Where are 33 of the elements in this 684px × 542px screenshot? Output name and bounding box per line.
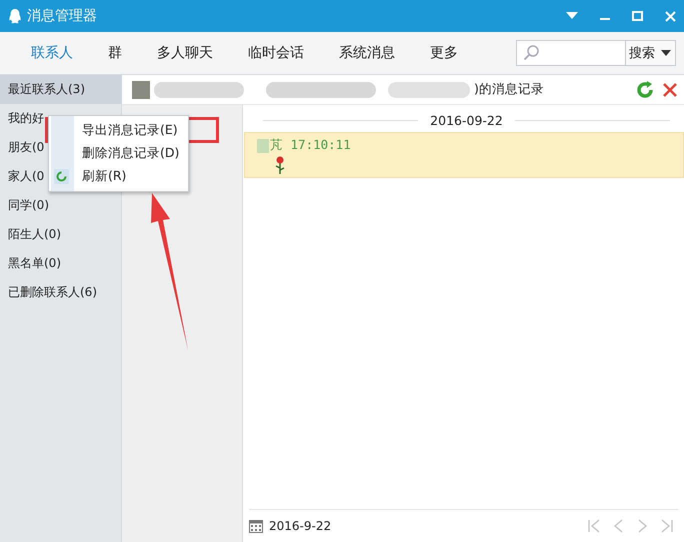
nav-tab[interactable]: 联系人 <box>18 40 86 66</box>
calendar-icon[interactable] <box>249 519 263 533</box>
message-header: 芃 17:10:11 <box>270 137 351 154</box>
close-icon[interactable] <box>662 82 678 98</box>
sidebar-item[interactable]: 同学(0) <box>0 191 121 220</box>
date-divider: 2016-09-22 <box>430 113 503 128</box>
sidebar-item[interactable]: 黑名单(0) <box>0 249 121 278</box>
dropdown-icon[interactable] <box>566 12 578 20</box>
refresh-icon[interactable] <box>636 80 654 98</box>
sidebar-item[interactable]: 最近联系人(3) <box>0 75 121 104</box>
menu-item[interactable]: 刷新(R) <box>49 165 188 188</box>
search-button[interactable]: 搜索 <box>626 40 676 66</box>
nav-tab[interactable]: 更多 <box>417 40 471 66</box>
search-icon <box>523 45 539 61</box>
sidebar-item[interactable]: 已删除联系人(6) <box>0 278 121 307</box>
nav-tab[interactable]: 群 <box>95 40 135 66</box>
penguin-icon <box>8 8 22 24</box>
menu-item[interactable]: 导出消息记录(E) <box>49 119 188 142</box>
nav-tab[interactable]: 多人聊天 <box>144 40 226 66</box>
maximize-icon[interactable] <box>632 11 643 21</box>
blurred-name-drawing <box>257 138 269 152</box>
nav-tab[interactable]: 临时会话 <box>235 40 317 66</box>
window-title: 消息管理器 <box>27 7 98 25</box>
rose-icon <box>274 156 286 174</box>
sidebar-item[interactable]: 陌生人(0) <box>0 220 121 249</box>
search-field[interactable] <box>516 40 626 66</box>
menu-item[interactable]: 删除消息记录(D) <box>49 142 188 165</box>
avatar <box>132 80 150 98</box>
date-field[interactable]: 2016-9-22 <box>269 519 332 533</box>
nav-tab[interactable]: 系统消息 <box>326 40 408 66</box>
caret-icon <box>661 50 671 56</box>
history-title: )的消息记录 <box>474 81 544 98</box>
refresh-icon <box>54 169 69 184</box>
